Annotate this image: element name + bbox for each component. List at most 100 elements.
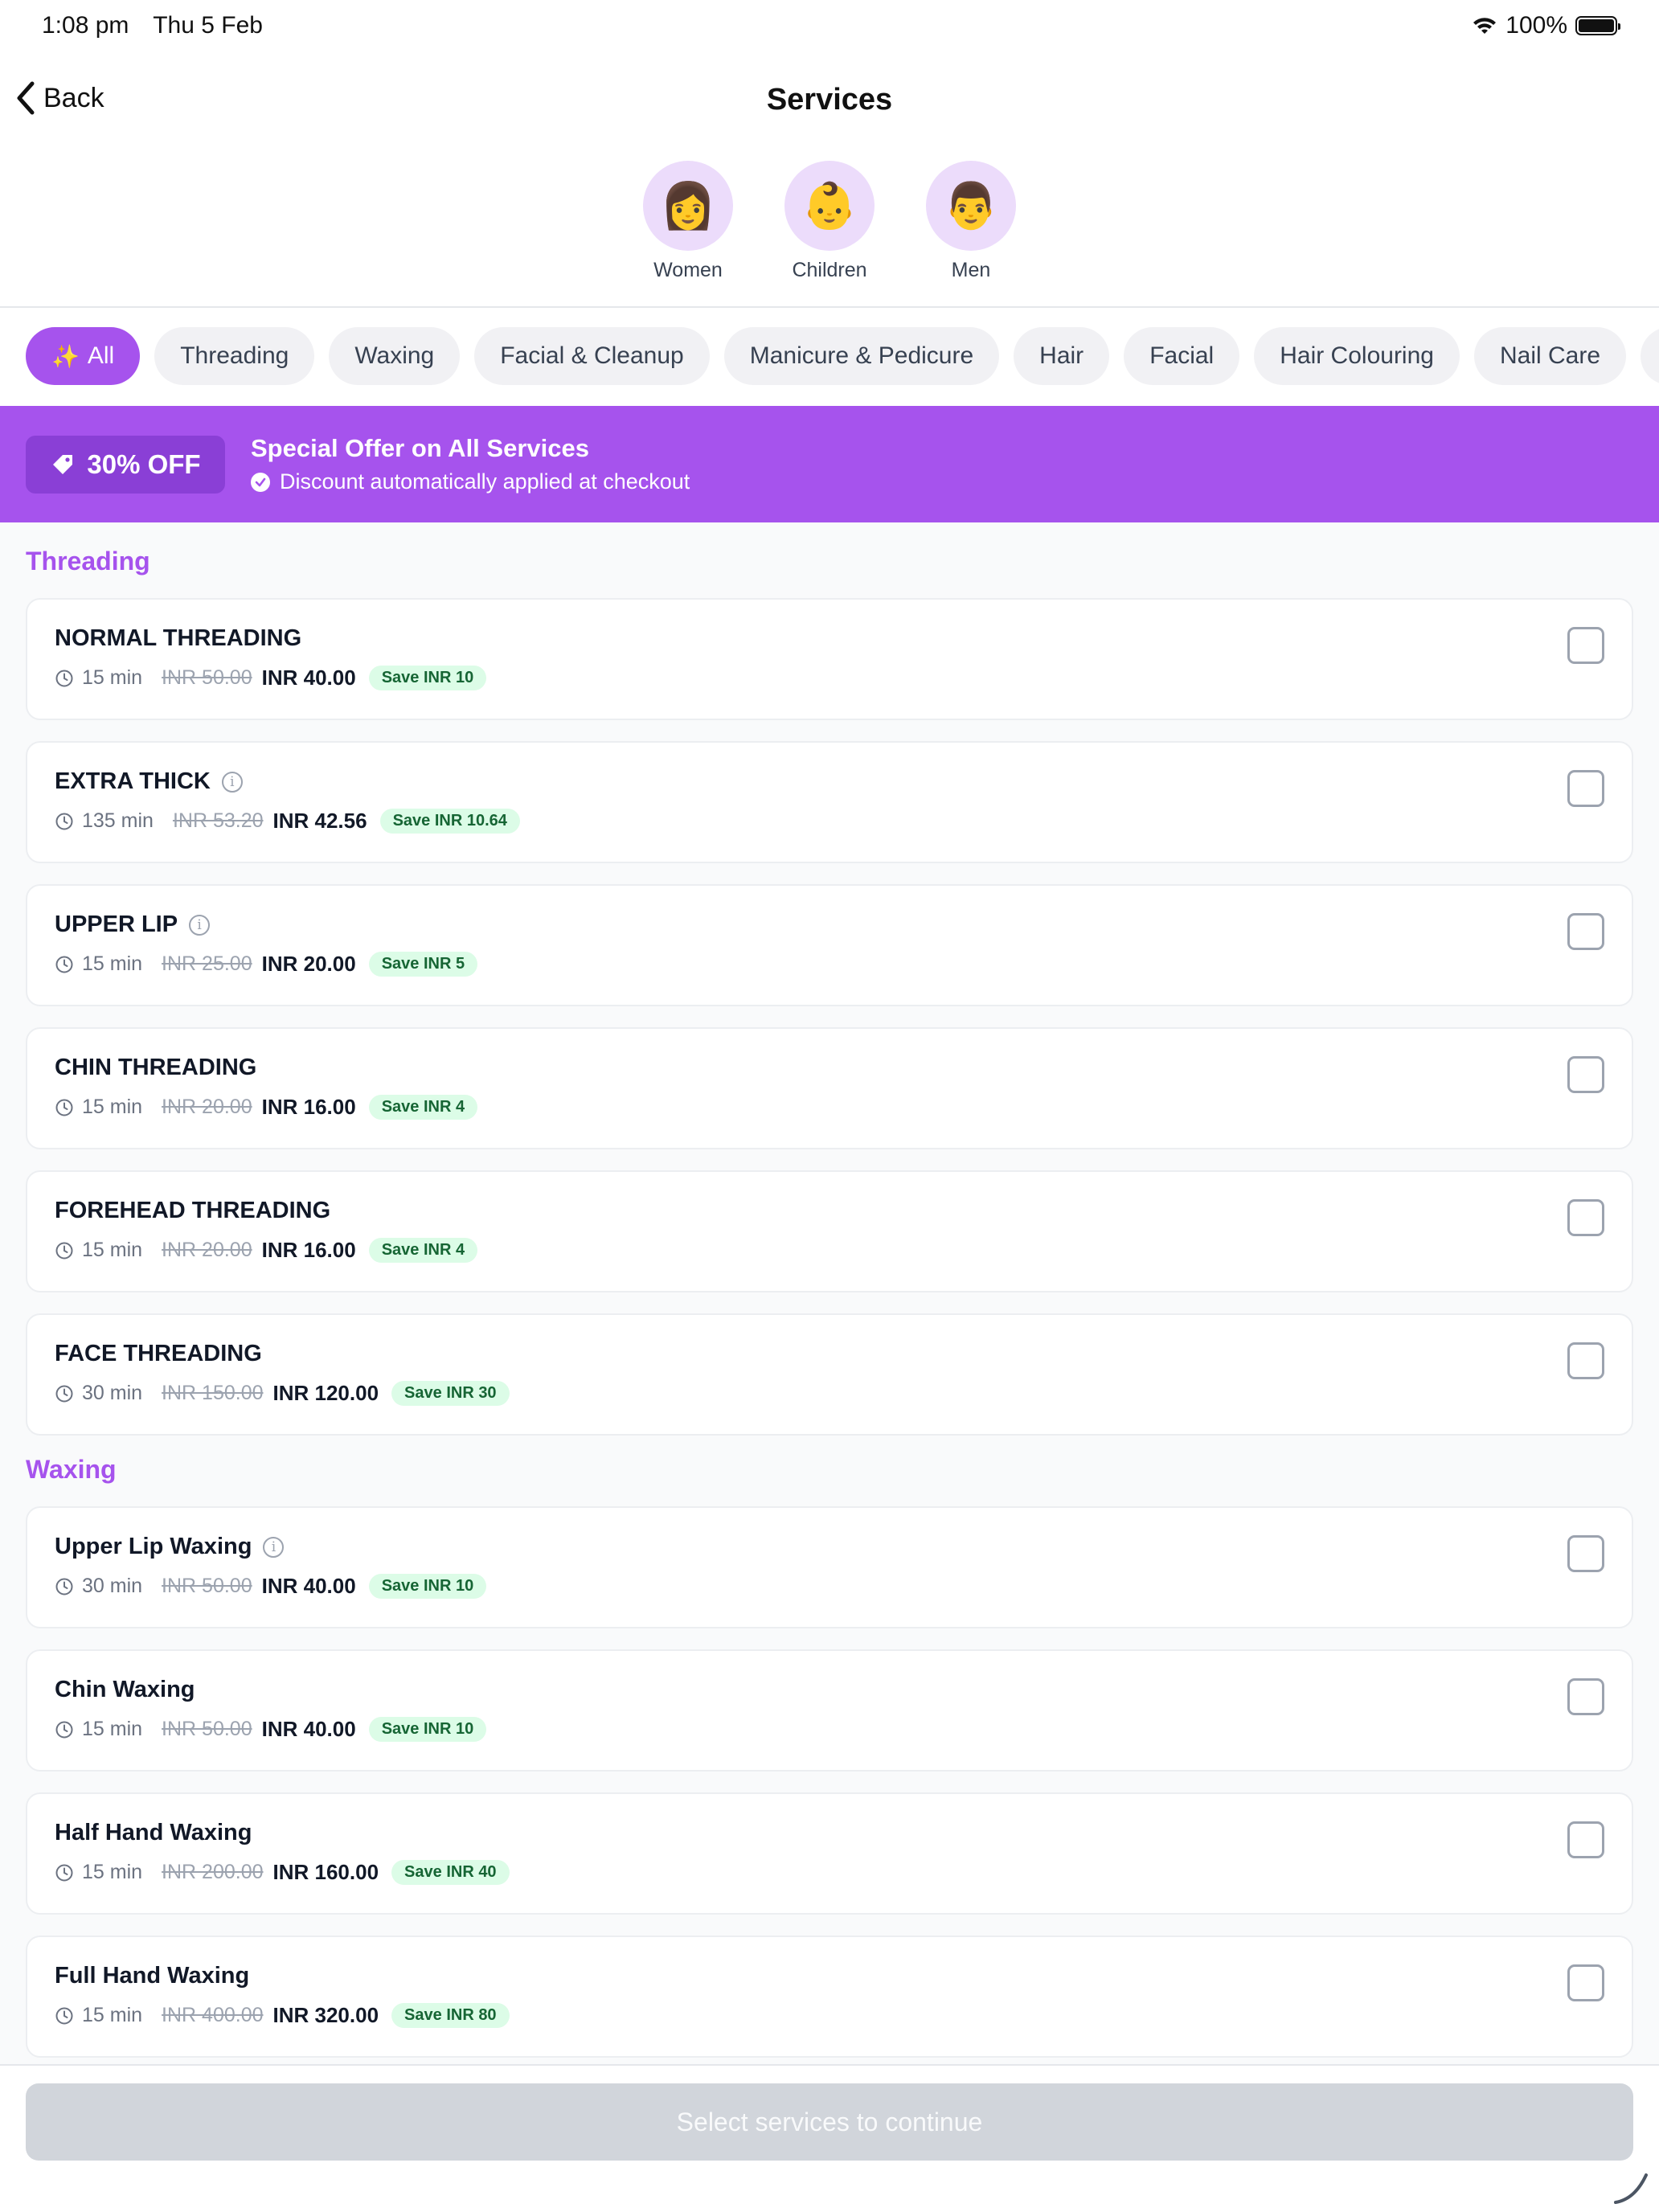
service-duration: 15 min [82, 952, 143, 975]
home-indicator-icon [1614, 2173, 1648, 2204]
service-list[interactable]: Threading NORMAL THREADING 15 min INR 50… [0, 522, 1659, 2066]
service-name-text: FOREHEAD THREADING [55, 1198, 331, 1223]
battery-icon [1575, 16, 1620, 35]
service-card[interactable]: EXTRA THICK i 135 min INR 53.20 INR 42.56… [26, 741, 1633, 863]
service-card[interactable]: CHIN THREADING 15 min INR 20.00 INR 16.0… [26, 1027, 1633, 1149]
service-duration: 15 min [82, 1239, 143, 1261]
offer-subtitle: Discount automatically applied at checko… [251, 469, 690, 494]
section-title-threading: Threading [26, 547, 150, 576]
info-icon[interactable]: i [221, 771, 243, 793]
service-checkbox[interactable] [1567, 1056, 1604, 1093]
original-price: INR 200.00 [162, 1861, 264, 1883]
service-card[interactable]: Upper Lip Waxing i 30 min INR 50.00 INR 4… [26, 1506, 1633, 1628]
service-card[interactable]: Half Hand Waxing 15 min INR 200.00 INR 1… [26, 1792, 1633, 1915]
offer-title: Special Offer on All Services [251, 434, 589, 462]
service-checkbox[interactable] [1567, 1821, 1604, 1858]
category-chip-all[interactable]: ✨ All [26, 327, 141, 385]
category-chip-waxing[interactable]: Waxing [329, 327, 461, 385]
service-meta: 15 min INR 20.00 INR 16.00 Save INR 4 [55, 1238, 478, 1263]
savings-badge: Save INR 10 [368, 1717, 487, 1742]
service-checkbox[interactable] [1567, 913, 1604, 950]
discounted-price: INR 40.00 [261, 666, 356, 690]
savings-badge: Save INR 10 [368, 666, 487, 690]
chip-label: Hair Colouring [1280, 342, 1434, 369]
chip-label: Threading [180, 342, 289, 369]
service-name: Full Hand Waxing [55, 1963, 249, 1989]
service-checkbox[interactable] [1567, 1964, 1604, 2001]
info-icon[interactable]: i [263, 1536, 285, 1558]
service-card[interactable]: FACE THREADING 30 min INR 150.00 INR 120… [26, 1313, 1633, 1436]
service-meta: 15 min INR 50.00 INR 40.00 Save INR 10 [55, 666, 487, 690]
service-card[interactable]: UPPER LIP i 15 min INR 25.00 INR 20.00 Sa… [26, 884, 1633, 1006]
original-price: INR 150.00 [162, 1382, 264, 1404]
category-chip-threading[interactable]: Threading [154, 327, 315, 385]
category-chip-partial[interactable]: Ha [1641, 327, 1659, 385]
service-name-text: Chin Waxing [55, 1677, 195, 1702]
service-checkbox[interactable] [1567, 1342, 1604, 1379]
service-checkbox[interactable] [1567, 627, 1604, 664]
original-price: INR 400.00 [162, 2004, 264, 2026]
clock-icon [55, 813, 73, 830]
woman-icon: 👩 [643, 161, 733, 251]
category-chip-manicure-pedicure[interactable]: Manicure & Pedicure [723, 327, 1000, 385]
original-price: INR 50.00 [162, 666, 252, 689]
service-name-text: NORMAL THREADING [55, 625, 302, 651]
category-tabs: ✨ All Threading Waxing Facial & Cleanup … [26, 327, 1659, 387]
gender-women[interactable]: 👩 Women [643, 161, 733, 282]
discounted-price: INR 16.00 [261, 1095, 356, 1119]
service-checkbox[interactable] [1567, 1199, 1604, 1236]
service-name: Half Hand Waxing [55, 1820, 252, 1846]
service-card[interactable]: Full Hand Waxing 15 min INR 400.00 INR 3… [26, 1936, 1633, 2058]
offer-subtitle-text: Discount automatically applied at checko… [280, 469, 690, 494]
service-duration: 15 min [82, 1861, 143, 1883]
continue-button[interactable]: Select services to continue [26, 2083, 1633, 2161]
service-checkbox[interactable] [1567, 1678, 1604, 1715]
offer-badge-text: 30% OFF [87, 449, 201, 479]
service-duration: 135 min [82, 809, 154, 832]
info-icon[interactable]: i [189, 914, 211, 936]
chevron-left-icon [17, 81, 35, 115]
service-checkbox[interactable] [1567, 1535, 1604, 1572]
clock-icon [55, 1242, 73, 1259]
service-duration: 15 min [82, 2004, 143, 2026]
chip-label: Nail Care [1499, 342, 1601, 369]
gender-label: Children [792, 259, 867, 281]
original-price: INR 25.00 [162, 952, 252, 975]
original-price: INR 50.00 [162, 1575, 252, 1597]
service-name-text: Upper Lip Waxing [55, 1534, 252, 1559]
chip-label: Waxing [354, 342, 435, 369]
discounted-price: INR 16.00 [261, 1238, 356, 1262]
gender-men[interactable]: 👨 Men [926, 161, 1016, 282]
service-checkbox[interactable] [1567, 770, 1604, 807]
discounted-price: INR 20.00 [261, 952, 356, 976]
status-date: Thu 5 Feb [153, 12, 263, 39]
service-card[interactable]: FOREHEAD THREADING 15 min INR 20.00 INR … [26, 1170, 1633, 1292]
service-meta: 15 min INR 400.00 INR 320.00 Save INR 80 [55, 2003, 510, 2028]
gender-children[interactable]: 👶 Children [784, 161, 875, 282]
status-time: 1:08 pm [42, 12, 129, 39]
service-name: Upper Lip Waxing i [55, 1534, 285, 1560]
service-name-text: Half Hand Waxing [55, 1820, 252, 1845]
service-meta: 15 min INR 25.00 INR 20.00 Save INR 5 [55, 952, 478, 977]
category-chip-facial-cleanup[interactable]: Facial & Cleanup [474, 327, 710, 385]
category-chip-hair-colouring[interactable]: Hair Colouring [1254, 327, 1460, 385]
savings-badge: Save INR 4 [368, 1238, 478, 1263]
service-card[interactable]: NORMAL THREADING 15 min INR 50.00 INR 40… [26, 598, 1633, 720]
service-card[interactable]: Chin Waxing 15 min INR 50.00 INR 40.00 S… [26, 1649, 1633, 1772]
service-name-text: EXTRA THICK [55, 768, 211, 794]
chip-label: Manicure & Pedicure [749, 342, 974, 369]
service-name: UPPER LIP i [55, 911, 211, 938]
savings-badge: Save INR 10.64 [379, 809, 520, 834]
gender-label: Women [653, 259, 723, 281]
service-name: NORMAL THREADING [55, 625, 301, 652]
savings-badge: Save INR 40 [391, 1860, 510, 1885]
back-button[interactable]: Back [13, 80, 104, 116]
status-right: 100% [1472, 12, 1620, 39]
category-chip-hair[interactable]: Hair [1014, 327, 1110, 385]
service-meta: 135 min INR 53.20 INR 42.56 Save INR 10.… [55, 809, 520, 834]
service-name: EXTRA THICK i [55, 768, 243, 795]
category-chip-facial[interactable]: Facial [1124, 327, 1240, 385]
service-name: Chin Waxing [55, 1677, 195, 1703]
category-chip-nail-care[interactable]: Nail Care [1473, 327, 1627, 385]
tag-icon [53, 454, 73, 474]
